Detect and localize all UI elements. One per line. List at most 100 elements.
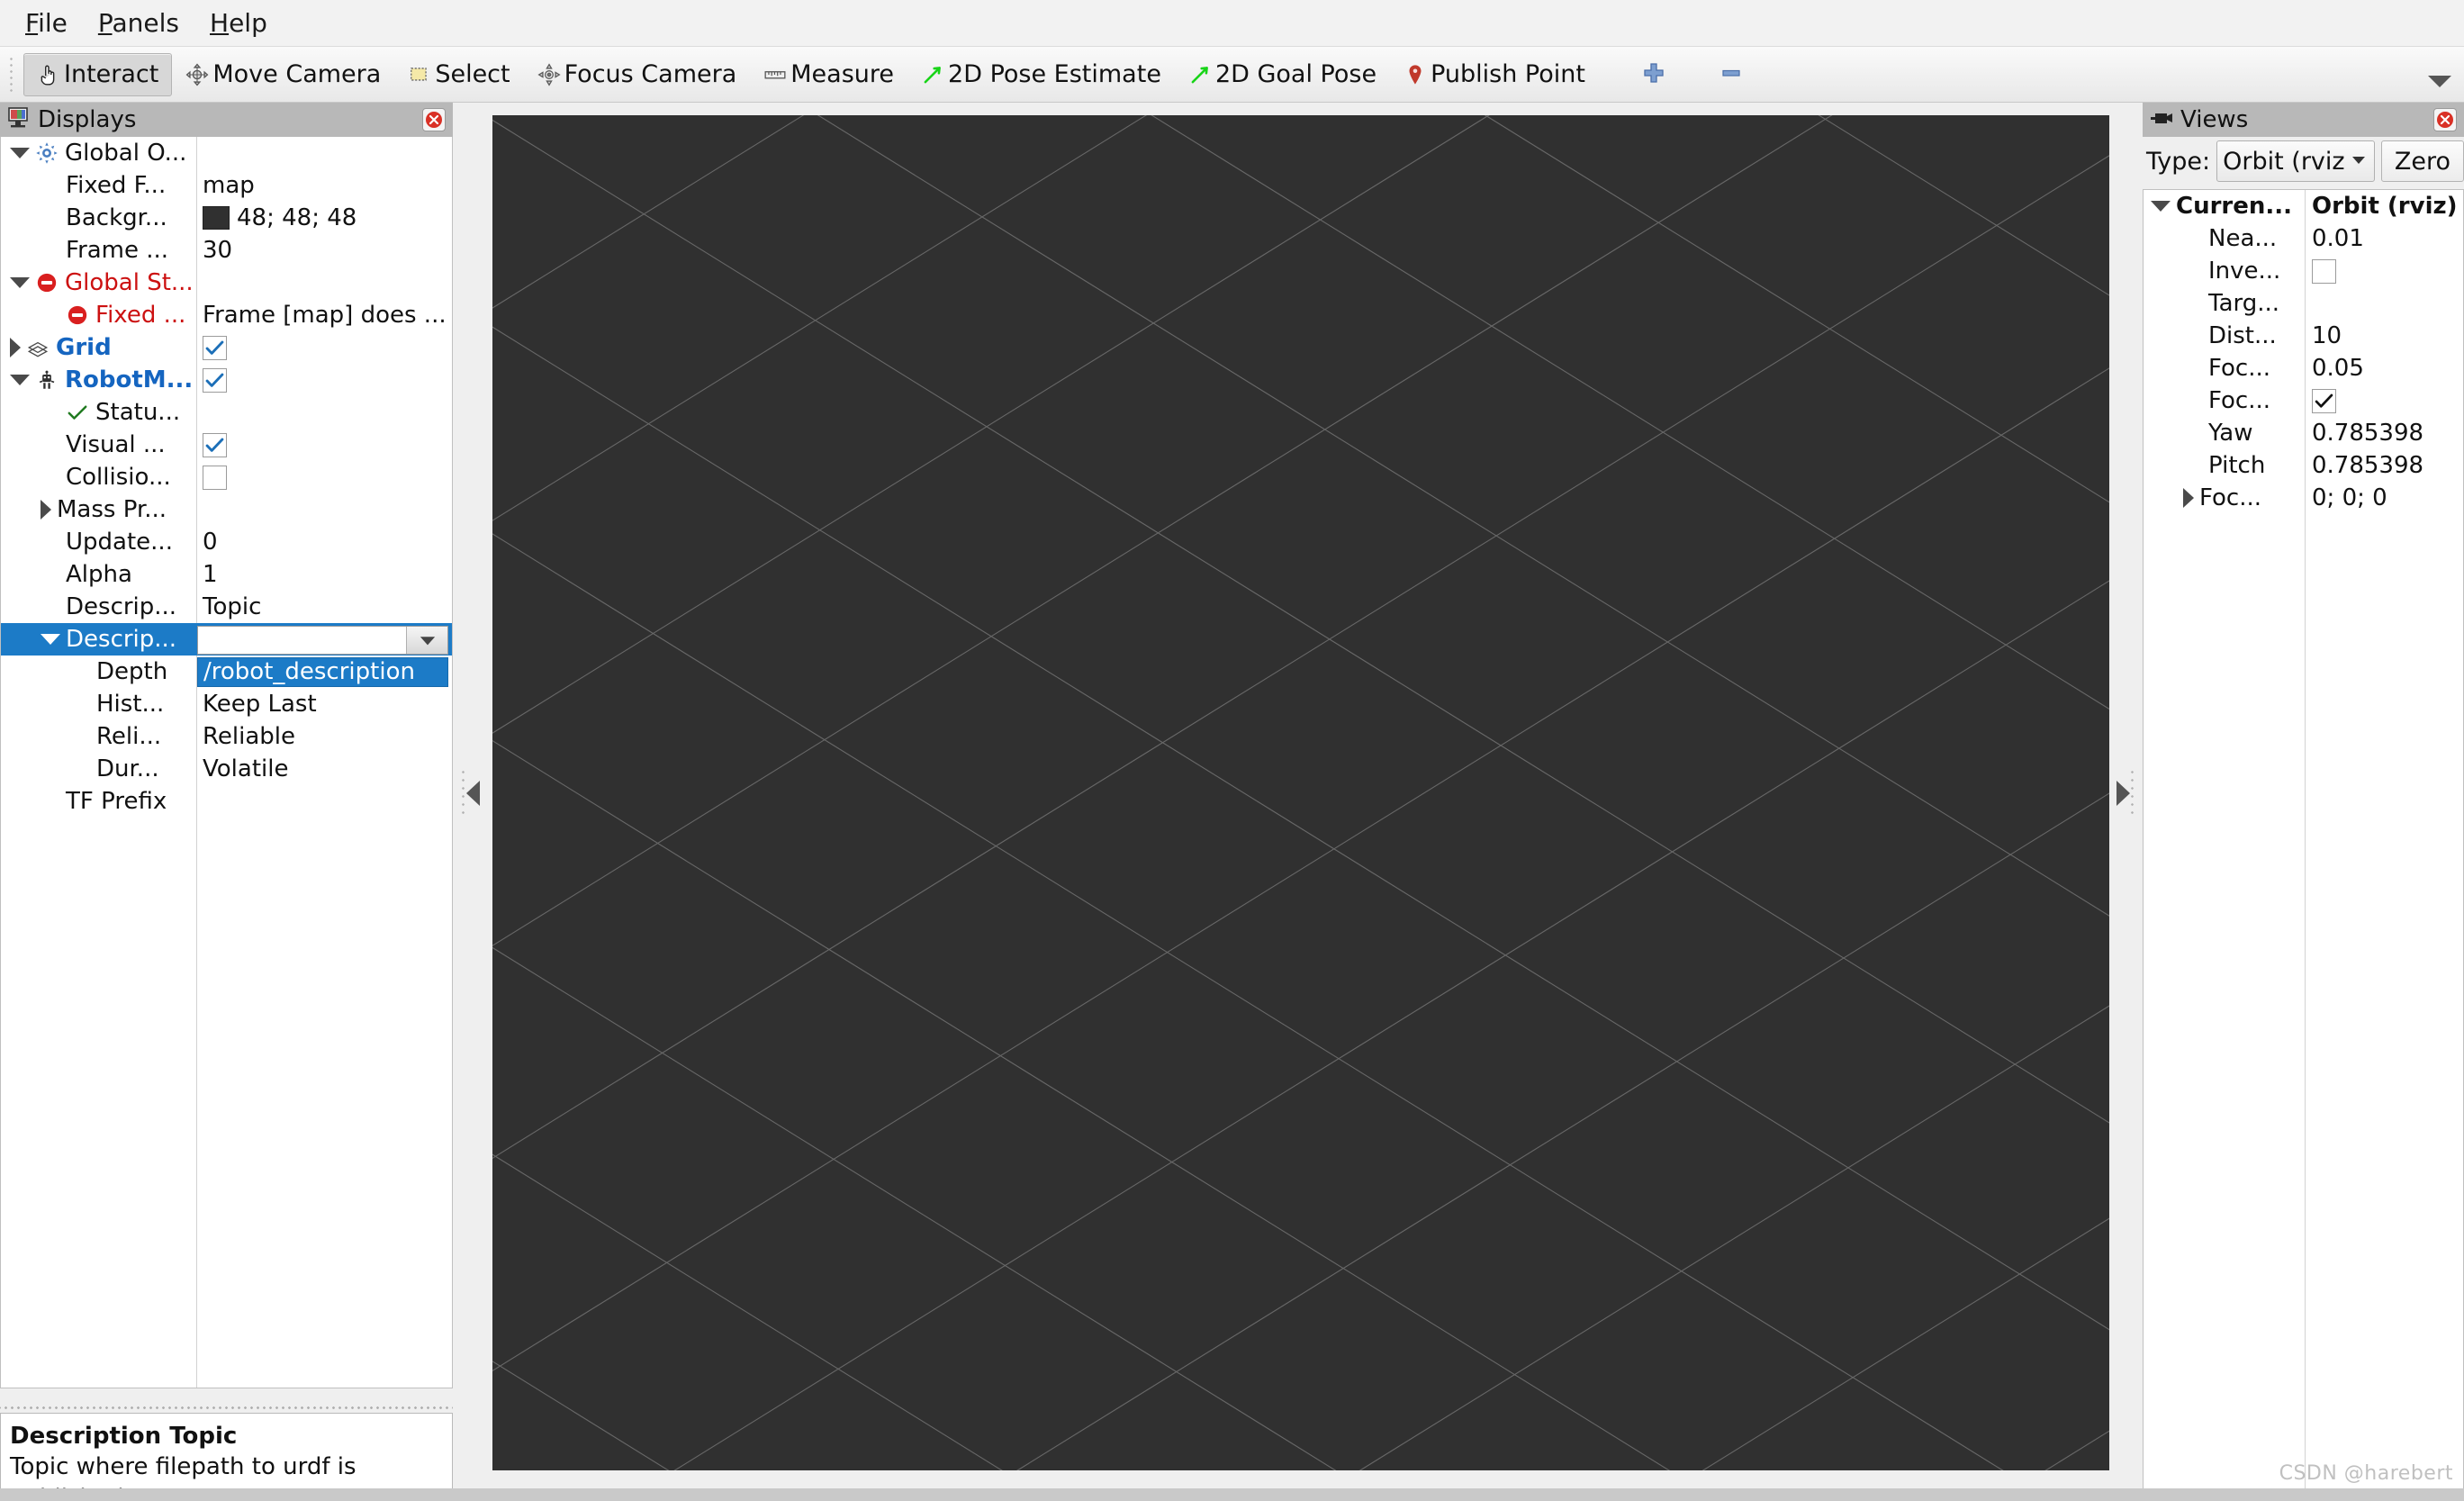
displays-tree-row[interactable]: Update... 0 <box>1 526 452 558</box>
color-swatch[interactable] <box>203 206 230 230</box>
chevron-down-icon[interactable] <box>406 627 447 654</box>
views-panel: Views Type: Orbit (rviz Zero Curren... Or… <box>2143 103 2464 1490</box>
displays-row-checkbox[interactable] <box>203 335 227 360</box>
error-icon <box>66 303 89 327</box>
toolbar-button-label: Select <box>435 60 510 88</box>
3d-render-view[interactable] <box>492 115 2109 1470</box>
views-row-label: Yaw <box>2208 420 2253 447</box>
minus-icon[interactable] <box>1718 59 1745 90</box>
displays-tree-row[interactable]: Global St... <box>1 267 452 299</box>
views-row-label: Dist... <box>2208 322 2277 349</box>
views-tree-row[interactable]: Curren... Orbit (rviz) <box>2144 190 2463 222</box>
displays-row-checkbox[interactable] <box>203 432 227 457</box>
displays-tree-row[interactable]: Descrip... <box>1 623 452 656</box>
displays-tree-row[interactable]: Descrip... Topic <box>1 591 452 623</box>
pose-arrow-icon <box>921 63 944 86</box>
views-tree-row[interactable]: Inve... <box>2144 255 2463 287</box>
view-type-select[interactable]: Orbit (rviz <box>2216 140 2375 182</box>
toolbar-button-2d-pose-estimate[interactable]: 2D Pose Estimate <box>907 53 1175 96</box>
displays-row-label: Fixed F... <box>66 172 167 199</box>
views-row-checkbox[interactable] <box>2312 388 2336 413</box>
displays-tree-row[interactable]: TF Prefix <box>1 785 452 818</box>
displays-row-label: Descrip... <box>66 626 177 653</box>
displays-tree-row[interactable]: Mass Pr... <box>1 493 452 526</box>
tree-twisty-expanded[interactable] <box>10 277 30 288</box>
combo-dropdown-item[interactable]: /robot_description <box>197 656 448 687</box>
triangle-right-icon <box>2116 780 2130 806</box>
tree-twisty-expanded[interactable] <box>41 634 60 645</box>
displays-row-value: 0 <box>203 529 218 556</box>
toolbar-button-interact[interactable]: Interact <box>23 52 173 96</box>
toolbar-button-2d-goal-pose[interactable]: 2D Goal Pose <box>1175 53 1390 96</box>
displays-tree-row[interactable]: Backgr... 48; 48; 48 <box>1 202 452 234</box>
close-icon[interactable] <box>2433 108 2457 131</box>
menu-item-panels[interactable]: Panels <box>86 8 192 39</box>
displays-tree-row[interactable]: RobotM... <box>1 364 452 396</box>
displays-tree-row[interactable]: Fixed ... Frame [map] does ... <box>1 299 452 331</box>
toolbar-button-select[interactable]: Select <box>394 53 523 96</box>
views-tree[interactable]: Curren... Orbit (rviz) Nea... 0.01 Inve... Ta… <box>2143 189 2464 1490</box>
zero-button[interactable]: Zero <box>2380 140 2464 182</box>
help-title: Description Topic <box>10 1423 238 1450</box>
displays-tree-row[interactable]: Grid <box>1 331 452 364</box>
description-topic-combo[interactable] <box>197 626 448 655</box>
tree-twisty-expanded[interactable] <box>2151 201 2171 212</box>
panel-splitter[interactable] <box>0 1402 453 1413</box>
toolbar-button-publish-point[interactable]: Publish Point <box>1390 53 1599 96</box>
views-tree-row[interactable]: Yaw 0.785398 <box>2144 417 2463 449</box>
close-icon[interactable] <box>422 108 446 131</box>
displays-tree-row[interactable]: Global O... <box>1 137 452 169</box>
tree-twisty-collapsed[interactable] <box>2183 488 2194 508</box>
views-panel-icon <box>2150 106 2173 133</box>
displays-panel-title: Displays <box>38 106 137 133</box>
views-row-checkbox[interactable] <box>2312 258 2336 284</box>
displays-tree-row[interactable]: Visual ... <box>1 429 452 461</box>
displays-tree[interactable]: Global O... Fixed F... map Backgr... 48; 48;… <box>0 137 453 1388</box>
tree-twisty-spacer <box>2183 303 2203 304</box>
displays-tree-row[interactable]: Reli... Reliable <box>1 720 452 753</box>
map-pin-icon <box>1403 63 1427 86</box>
toolbar-drag-handle[interactable] <box>7 56 18 93</box>
toolbar-button-focus-camera[interactable]: Focus Camera <box>524 53 751 96</box>
displays-tree-row[interactable]: Hist... Keep Last <box>1 688 452 720</box>
displays-row-label: Alpha <box>66 561 132 588</box>
displays-tree-row[interactable]: Frame ... 30 <box>1 234 452 267</box>
displays-tree-row[interactable]: Statu... <box>1 396 452 429</box>
gear-icon <box>35 141 59 165</box>
tree-twisty-spacer <box>2183 271 2203 272</box>
tree-twisty-spacer <box>41 315 60 316</box>
toolbar-button-label: Measure <box>790 60 895 88</box>
views-panel-title: Views <box>2180 106 2249 133</box>
plus-icon[interactable] <box>1640 59 1667 90</box>
displays-tree-row[interactable]: Alpha 1 <box>1 558 452 591</box>
displays-row-checkbox[interactable] <box>203 465 227 490</box>
tree-twisty-spacer <box>41 574 60 575</box>
menu-item-file[interactable]: File <box>13 8 80 39</box>
views-row-label: Foc... <box>2208 355 2271 382</box>
menu-mnemonic: F <box>25 7 39 38</box>
tree-twisty-expanded[interactable] <box>10 148 30 158</box>
displays-tree-row[interactable]: Depth/robot_description <box>1 656 452 688</box>
toolbar-button-move-camera[interactable]: Move Camera <box>172 53 394 96</box>
tree-twisty-collapsed[interactable] <box>10 338 21 357</box>
views-tree-row[interactable]: Foc... 0; 0; 0 <box>2144 482 2463 514</box>
tree-twisty-spacer <box>2183 239 2203 240</box>
displays-tree-row[interactable]: Dur... Volatile <box>1 753 452 785</box>
displays-tree-row[interactable]: Fixed F... map <box>1 169 452 202</box>
toolbar-button-measure[interactable]: Measure <box>750 53 907 96</box>
tree-twisty-collapsed[interactable] <box>41 500 51 520</box>
left-panel-collapse-handle[interactable] <box>453 115 492 1470</box>
views-tree-row[interactable]: Foc... <box>2144 384 2463 417</box>
displays-row-label: Descrip... <box>66 593 177 620</box>
views-tree-row[interactable]: Pitch 0.785398 <box>2144 449 2463 482</box>
chevron-down-icon[interactable] <box>2428 76 2451 87</box>
displays-row-checkbox[interactable] <box>203 367 227 393</box>
menu-item-help[interactable]: Help <box>197 8 280 39</box>
rviz-main-window: File Panels Help Interact Move Camera Select… <box>0 0 2464 1501</box>
views-tree-row[interactable]: Targ... <box>2144 287 2463 320</box>
views-tree-row[interactable]: Dist... 10 <box>2144 320 2463 352</box>
views-tree-row[interactable]: Foc... 0.05 <box>2144 352 2463 384</box>
tree-twisty-expanded[interactable] <box>10 375 30 385</box>
displays-tree-row[interactable]: Collisio... <box>1 461 452 493</box>
views-tree-row[interactable]: Nea... 0.01 <box>2144 222 2463 255</box>
